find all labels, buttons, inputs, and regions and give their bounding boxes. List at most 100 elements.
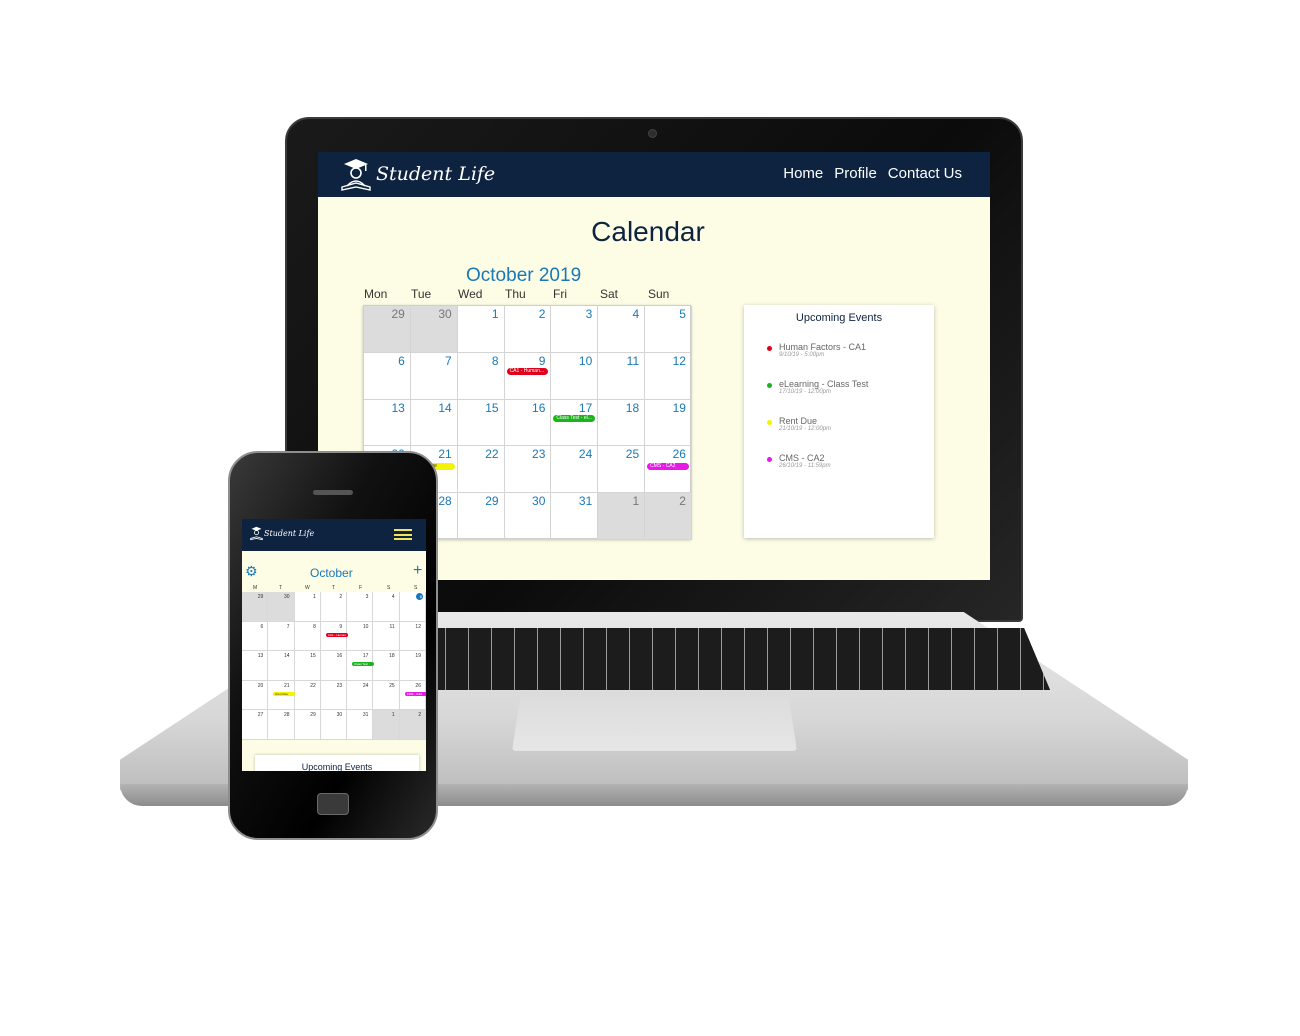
calendar-event-pill[interactable]: CA1 - Human... xyxy=(506,367,549,375)
calendar-day-cell[interactable]: 1 xyxy=(598,493,646,540)
mobile-calendar-day-cell[interactable]: 13 xyxy=(242,651,269,681)
mobile-day-number: 6 xyxy=(419,594,422,599)
calendar-event-pill[interactable]: Class Test - el... xyxy=(553,414,596,422)
graduate-logo-icon[interactable] xyxy=(338,156,374,192)
calendar-day-cell[interactable]: 6 xyxy=(364,352,411,400)
page-title: Calendar xyxy=(591,216,705,247)
upcoming-event-item[interactable]: eLearning - Class Test 17/10/19 - 12:00p… xyxy=(767,379,868,395)
mobile-calendar-day-cell[interactable]: 30 xyxy=(320,710,348,740)
calendar-day-cell[interactable]: 24 xyxy=(551,446,599,494)
upcoming-event-item[interactable]: Human Factors - CA1 9/10/19 - 5:00pm xyxy=(767,342,867,358)
calendar-day-cell[interactable]: 25 xyxy=(598,446,646,494)
calendar-day-cell[interactable]: 2 xyxy=(645,493,692,540)
mobile-calendar-day-cell[interactable]: 2 xyxy=(399,710,426,740)
mobile-calendar-day-cell[interactable]: 20 xyxy=(242,680,269,711)
calendar-day-cell[interactable]: 7 xyxy=(410,352,458,400)
day-number: 14 xyxy=(438,400,452,415)
mobile-calendar-day-cell[interactable]: 29 xyxy=(294,710,321,740)
calendar-day-cell[interactable]: 5 xyxy=(645,306,692,353)
calendar-day-cell[interactable]: 23 xyxy=(504,446,552,494)
mobile-calendar-day-cell[interactable]: 7 xyxy=(268,621,295,652)
calendar-day-cell[interactable]: 31 xyxy=(551,493,599,540)
upcoming-event-item[interactable]: CMS - CA2 26/10/19 - 11:59pm xyxy=(767,453,831,469)
mobile-day-number: 9 xyxy=(339,623,343,630)
day-number: 6 xyxy=(398,353,405,368)
mobile-calendar-day-cell[interactable]: 19 xyxy=(399,651,426,681)
mobile-calendar-day-cell[interactable]: 17 Class Test xyxy=(347,651,375,681)
mobile-calendar-day-cell[interactable]: 28 xyxy=(268,710,295,740)
calendar-day-cell[interactable]: 8 xyxy=(457,352,505,400)
calendar-day-cell[interactable]: 26 CMS - CA2 xyxy=(645,446,692,494)
graduate-logo-icon[interactable] xyxy=(249,524,264,542)
event-name: Rent Due xyxy=(779,416,818,426)
mobile-calendar-event-pill[interactable]: Rent Due xyxy=(273,691,296,696)
calendar-day-cell[interactable]: 30 xyxy=(410,306,458,353)
calendar-day-cell[interactable]: 10 xyxy=(551,352,599,400)
nav-profile-link[interactable]: Profile xyxy=(834,165,877,182)
mobile-calendar-day-cell[interactable]: 14 xyxy=(268,651,295,681)
mobile-calendar-day-cell[interactable]: 6 xyxy=(399,592,426,622)
mobile-brand-name[interactable]: Student Life xyxy=(264,529,314,538)
mobile-calendar-day-cell[interactable]: 26 CMS - CA2 xyxy=(399,680,426,711)
mobile-calendar-day-cell[interactable]: 22 xyxy=(294,680,321,711)
calendar-day-cell[interactable]: 1 xyxy=(457,306,505,353)
mobile-calendar-day-cell[interactable]: 3 xyxy=(347,592,374,622)
mobile-calendar-day-cell[interactable]: 2 xyxy=(320,592,348,622)
mobile-calendar-day-cell[interactable]: 16 xyxy=(320,651,348,681)
calendar-day-cell[interactable]: 16 xyxy=(504,399,552,447)
mobile-calendar-day-cell[interactable]: 10 xyxy=(347,621,374,652)
mobile-calendar-day-cell[interactable]: 1 xyxy=(373,710,400,740)
calendar-day-cell[interactable]: 29 xyxy=(457,493,505,540)
mobile-calendar-day-cell[interactable]: 12 xyxy=(399,621,426,652)
nav-home-link[interactable]: Home xyxy=(783,165,823,182)
calendar-day-cell[interactable]: 9 CA1 - Human... xyxy=(504,352,552,400)
mobile-calendar-day-cell[interactable]: 18 xyxy=(373,651,400,681)
mobile-calendar-day-cell[interactable]: 24 xyxy=(347,680,374,711)
brand-name[interactable]: Student Life xyxy=(376,163,495,185)
calendar-day-cell[interactable]: 12 xyxy=(645,352,692,400)
hamburger-menu-icon[interactable] xyxy=(394,529,412,540)
mobile-calendar-day-cell[interactable]: 1 xyxy=(294,592,321,622)
mobile-calendar-day-cell[interactable]: 27 xyxy=(242,710,269,740)
calendar-day-cell[interactable]: 19 xyxy=(645,399,692,447)
mobile-calendar-day-cell[interactable]: 15 xyxy=(294,651,321,681)
mobile-calendar-day-cell[interactable]: 31 xyxy=(347,710,374,740)
mobile-calendar-event-pill[interactable]: CMS - CA2 xyxy=(404,691,426,696)
calendar-day-cell[interactable]: 29 xyxy=(364,306,411,353)
calendar-day-cell[interactable]: 30 xyxy=(504,493,552,540)
calendar-day-cell[interactable]: 13 xyxy=(364,399,411,447)
calendar-day-cell[interactable]: 22 xyxy=(457,446,505,494)
calendar-day-cell[interactable]: 3 xyxy=(551,306,599,353)
event-name: Human Factors - CA1 xyxy=(779,342,867,352)
calendar-day-cell[interactable]: 4 xyxy=(598,306,646,353)
add-event-icon[interactable]: + xyxy=(413,562,422,580)
mobile-calendar-day-cell[interactable]: 23 xyxy=(320,680,348,711)
calendar-day-cell[interactable]: 2 xyxy=(504,306,552,353)
mobile-calendar-day-cell[interactable]: 11 xyxy=(373,621,400,652)
event-color-dot xyxy=(767,420,772,425)
mobile-calendar-event-pill[interactable]: CA1 - Human xyxy=(325,632,348,637)
event-color-dot xyxy=(767,383,772,388)
mobile-calendar-event-pill[interactable]: Class Test xyxy=(352,662,375,667)
nav-contact-link[interactable]: Contact Us xyxy=(888,165,962,182)
calendar-day-cell[interactable]: 14 xyxy=(410,399,458,447)
calendar-day-cell[interactable]: 15 xyxy=(457,399,505,447)
mobile-calendar-day-cell[interactable]: 21 Rent Due xyxy=(268,680,296,711)
phone-home-button[interactable] xyxy=(317,793,349,815)
mobile-calendar-day-cell[interactable]: 4 xyxy=(373,592,400,622)
mobile-calendar-day-cell[interactable]: 29 xyxy=(242,592,269,622)
mobile-calendar-day-cell[interactable]: 8 xyxy=(294,621,321,652)
day-number: 8 xyxy=(491,353,499,368)
mobile-calendar-day-cell[interactable]: 6 xyxy=(242,621,269,652)
mobile-calendar-day-cell[interactable]: 9 CA1 - Human xyxy=(320,621,348,652)
gear-icon[interactable]: ⚙ xyxy=(245,564,258,580)
calendar-event-pill[interactable]: CMS - CA2 xyxy=(647,463,689,471)
calendar-day-cell[interactable]: 18 xyxy=(598,399,646,447)
calendar-day-cell[interactable]: 11 xyxy=(598,352,646,400)
day-number: 18 xyxy=(625,400,640,415)
mobile-calendar-day-cell[interactable]: 25 xyxy=(373,680,400,711)
mobile-calendar-day-cell[interactable]: 30 xyxy=(268,592,295,622)
upcoming-event-item[interactable]: Rent Due 21/10/19 - 12:00pm xyxy=(767,416,831,432)
mobile-day-number: 6 xyxy=(260,623,264,630)
calendar-day-cell[interactable]: 17 Class Test - el... xyxy=(551,399,599,447)
